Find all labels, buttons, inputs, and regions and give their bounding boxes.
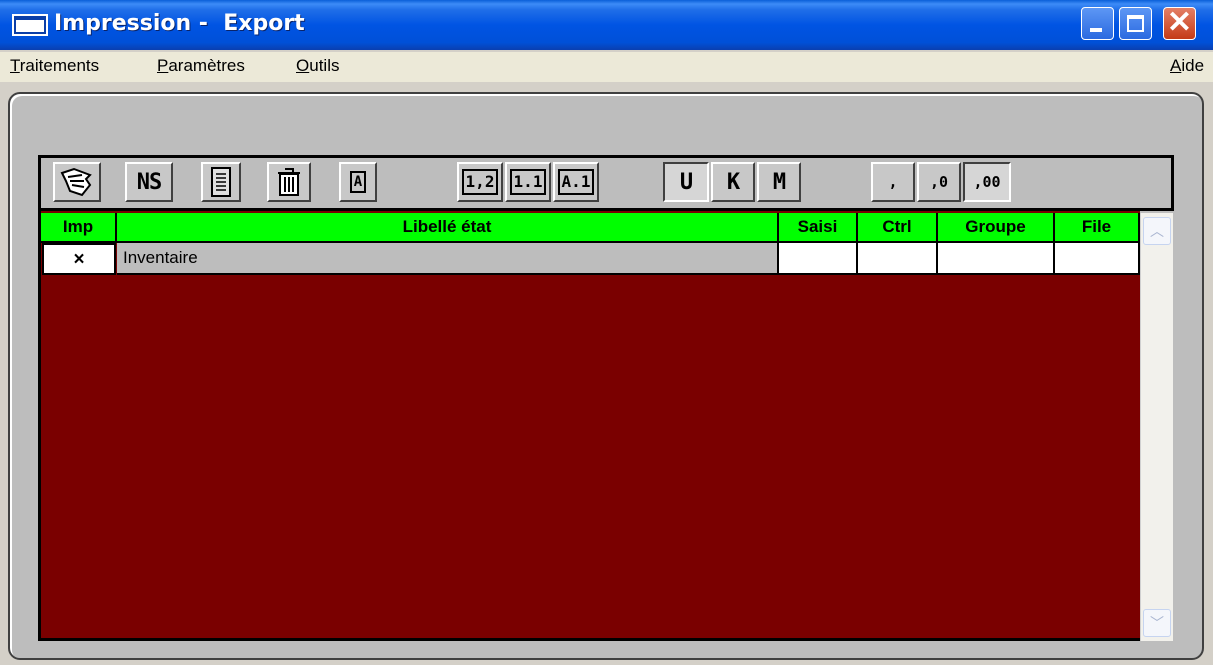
chevron-up-icon: ︿ (1150, 223, 1164, 239)
font-button[interactable]: A (339, 162, 377, 202)
row-saisi-cell[interactable] (779, 243, 858, 275)
window-title: Impression - Export (54, 11, 305, 36)
maximize-button[interactable] (1119, 7, 1152, 40)
decimal-00-button[interactable]: ,00 (963, 162, 1011, 202)
scroll-up-button[interactable]: ︿ (1143, 217, 1171, 245)
grid-area[interactable] (38, 211, 1140, 641)
ns-button[interactable]: NS (125, 162, 173, 202)
document-button[interactable] (201, 162, 241, 202)
column-header-libelle[interactable]: Libellé état (117, 213, 779, 243)
row-file-cell[interactable] (1055, 243, 1140, 275)
menu-parametres[interactable]: Paramètres (157, 56, 245, 76)
row-ctrl-cell[interactable] (858, 243, 938, 275)
menu-traitements[interactable]: Traitements (10, 56, 99, 76)
format-a1-button[interactable]: A.1 (553, 162, 599, 202)
row-groupe-cell[interactable] (938, 243, 1055, 275)
close-icon: ✕ (1166, 6, 1193, 39)
row-imp-checkbox[interactable]: × (42, 243, 116, 275)
font-icon: A (349, 171, 367, 193)
hand-button[interactable] (53, 162, 101, 202)
unit-k-button[interactable]: K (711, 162, 755, 202)
column-header-imp[interactable]: Imp (41, 213, 117, 243)
title-bar[interactable]: Impression - Export ✕ (0, 0, 1213, 50)
decimal-0-button[interactable]: ,0 (917, 162, 961, 202)
decimal-none-button[interactable]: , (871, 162, 915, 202)
unit-m-button[interactable]: M (757, 162, 801, 202)
minimize-button[interactable] (1081, 7, 1114, 40)
row-libelle-cell[interactable]: Inventaire (117, 243, 779, 275)
document-icon (211, 167, 231, 197)
menu-aide[interactable]: Aide (1170, 56, 1204, 76)
trash-button[interactable] (267, 162, 311, 202)
toolbar: NS A 1,2 1.1 A.1 U K M , ,0 ,00 (38, 155, 1174, 211)
format-1-1-button[interactable]: 1.1 (505, 162, 551, 202)
vertical-scrollbar[interactable]: ︿ ﹀ (1140, 213, 1173, 641)
menu-outils[interactable]: Outils (296, 56, 339, 76)
window-icon[interactable] (12, 14, 48, 36)
menu-bar: Traitements Paramètres Outils Aide (0, 52, 1213, 82)
hand-icon (60, 167, 92, 197)
trash-icon (278, 168, 300, 196)
column-header-groupe[interactable]: Groupe (938, 213, 1055, 243)
format-1-2-button[interactable]: 1,2 (457, 162, 503, 202)
scroll-down-button[interactable]: ﹀ (1143, 609, 1171, 637)
chevron-down-icon: ﹀ (1150, 615, 1164, 631)
minimize-icon (1090, 28, 1102, 32)
close-button[interactable]: ✕ (1163, 6, 1196, 40)
column-header-ctrl[interactable]: Ctrl (858, 213, 938, 243)
unit-u-button[interactable]: U (663, 162, 709, 202)
maximize-icon (1127, 15, 1144, 32)
column-header-saisi[interactable]: Saisi (779, 213, 858, 243)
column-header-file[interactable]: File (1055, 213, 1140, 243)
